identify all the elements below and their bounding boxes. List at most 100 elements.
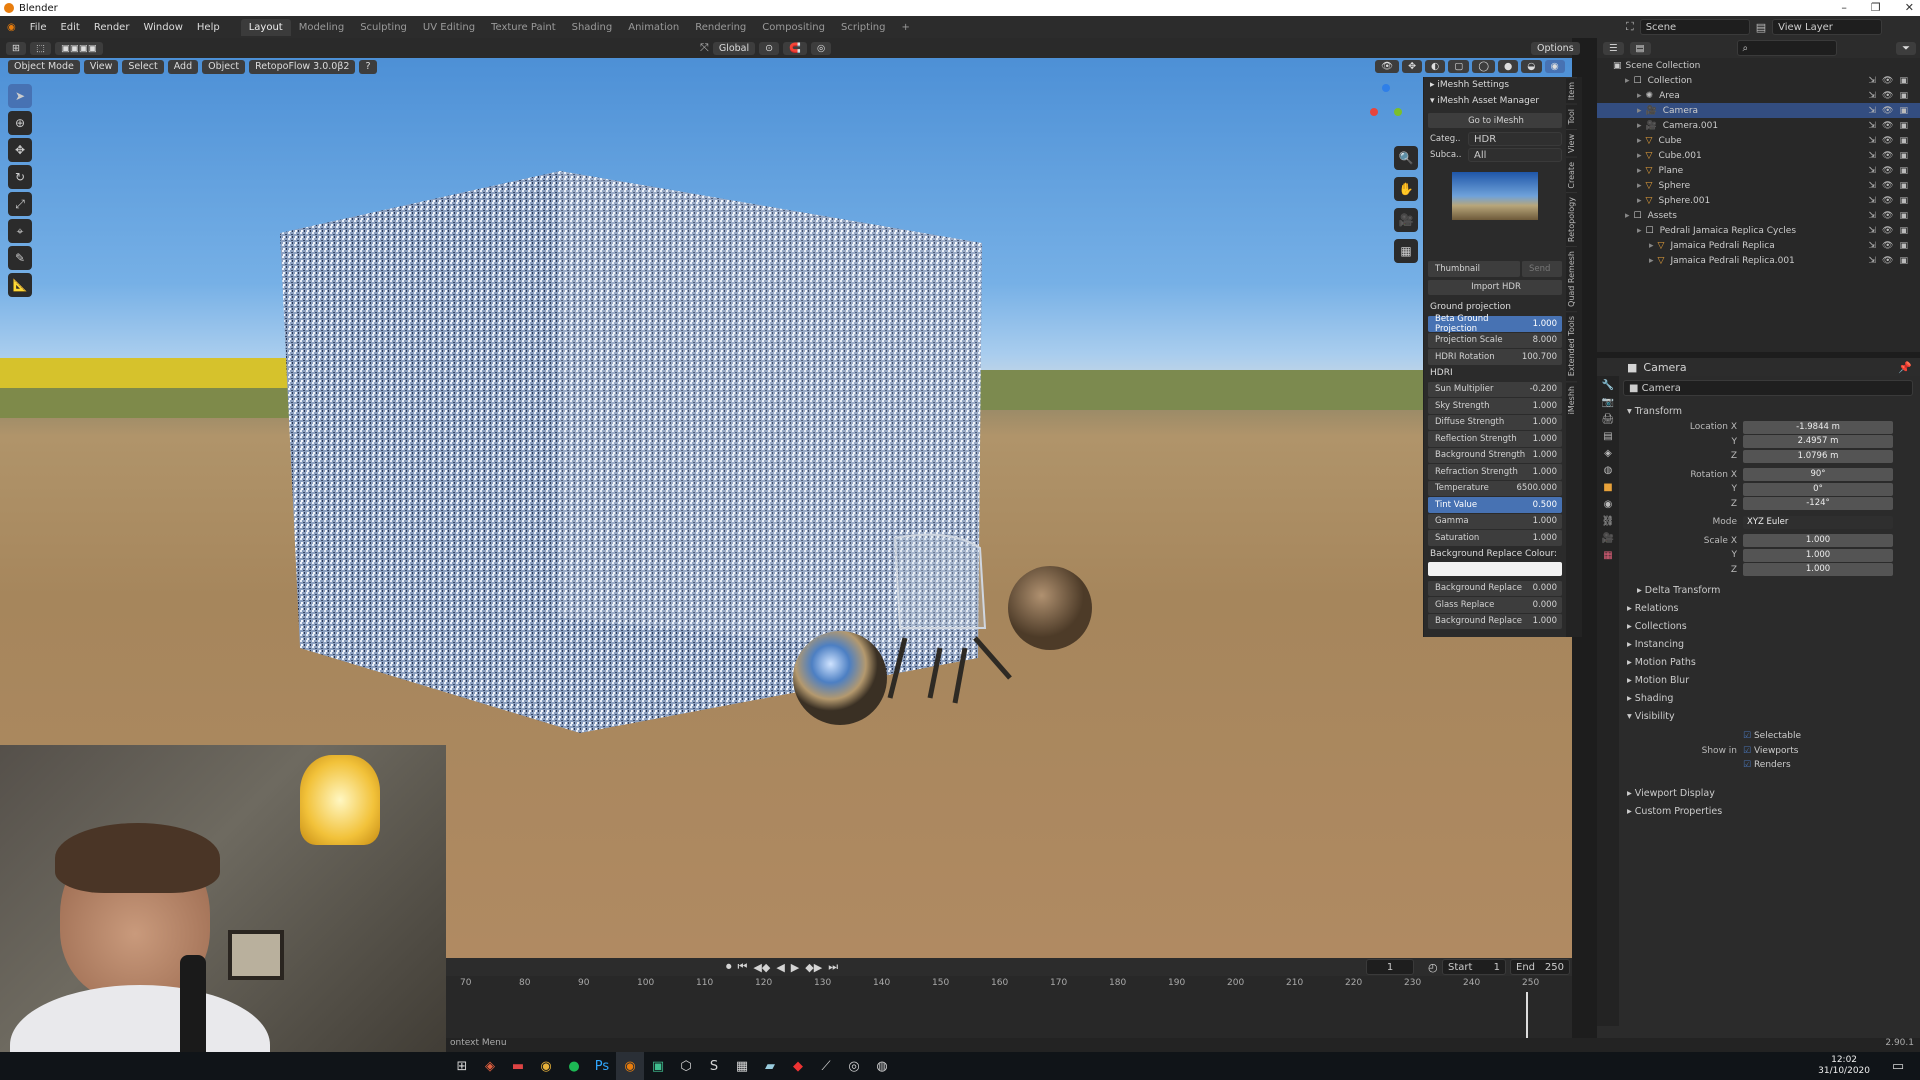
object-name-field[interactable]: ■ Camera: [1623, 380, 1913, 396]
tab-compositing[interactable]: Compositing: [754, 19, 833, 36]
hdri-setting-row[interactable]: Background Strength 1.000: [1428, 446, 1562, 463]
options-dropdown[interactable]: Options: [1531, 41, 1580, 55]
outliner-row[interactable]: ▸ ▽ Jamaica Pedrali Replica.001 ⇲👁▣: [1597, 253, 1920, 268]
jump-start-icon[interactable]: ⏮: [738, 960, 748, 974]
outliner-editor-icon[interactable]: ☰: [1603, 41, 1624, 55]
close-icon[interactable]: ✕: [1905, 1, 1914, 14]
tab-sculpting[interactable]: Sculpting: [352, 19, 415, 36]
menu-add[interactable]: Add: [167, 60, 199, 74]
pan-hand-icon[interactable]: ✋: [1394, 177, 1418, 201]
add-workspace-icon[interactable]: +: [893, 19, 917, 36]
shading-solid-icon[interactable]: ●: [1497, 60, 1519, 73]
expand-icon[interactable]: ▸: [1637, 106, 1642, 116]
replace-setting-row[interactable]: Background Replace 0.000: [1428, 579, 1562, 596]
hdri-setting-row[interactable]: Refraction Strength 1.000: [1428, 463, 1562, 480]
side-tab-retopology[interactable]: Retopology: [1566, 192, 1577, 247]
ground-projection-row[interactable]: Projection Scale 8.000: [1428, 331, 1562, 348]
menu-file[interactable]: File: [23, 22, 54, 33]
visibility-toggle-icons[interactable]: ⇲👁▣: [1869, 76, 1914, 86]
tab-layout[interactable]: Layout: [240, 18, 291, 36]
tab-modeling[interactable]: Modeling: [291, 19, 353, 36]
imeshh-settings-header[interactable]: ▸ iMeshh Settings: [1424, 77, 1566, 93]
location-y-field[interactable]: 2.4957 m: [1743, 435, 1893, 449]
go-to-imeshh-button[interactable]: Go to iMeshh: [1428, 112, 1562, 128]
outliner-row[interactable]: ▸ ☐ Assets ⇲👁▣: [1597, 208, 1920, 223]
outliner-row[interactable]: ▸ ▽ Cube.001 ⇲👁▣: [1597, 148, 1920, 163]
outliner-row[interactable]: ▸ ☐ Pedrali Jamaica Replica Cycles ⇲👁▣: [1597, 223, 1920, 238]
side-tab-tool[interactable]: Tool: [1566, 104, 1577, 129]
hdri-setting-row[interactable]: Sun Multiplier -0.200: [1428, 380, 1562, 397]
render-tab-icon[interactable]: 📷: [1602, 397, 1614, 408]
transform-tool-icon[interactable]: ⌖: [8, 219, 32, 243]
import-hdr-button[interactable]: Import HDR: [1428, 278, 1562, 295]
pivot-icon[interactable]: ⊙: [759, 41, 780, 55]
app-icon-7[interactable]: ▰: [756, 1052, 784, 1080]
section-motion-blur[interactable]: ▸ Motion Blur: [1623, 671, 1920, 689]
section-shading[interactable]: ▸ Shading: [1623, 689, 1920, 707]
bg-replace-colour-swatch[interactable]: [1428, 561, 1562, 576]
visibility-toggle-icons[interactable]: ⇲👁▣: [1869, 121, 1914, 131]
app-icon-1[interactable]: ◈: [476, 1052, 504, 1080]
outliner-row[interactable]: ▸ ▽ Plane ⇲👁▣: [1597, 163, 1920, 178]
proportional-edit-icon[interactable]: ◎: [810, 41, 832, 55]
hdri-setting-row[interactable]: Saturation 1.000: [1428, 529, 1562, 546]
display-mode-icon[interactable]: ▤: [1629, 41, 1651, 55]
move-tool-icon[interactable]: ✥: [8, 138, 32, 162]
location-z-field[interactable]: 1.0796 m: [1743, 449, 1893, 463]
photoshop-icon[interactable]: Ps: [588, 1052, 616, 1080]
ground-projection-row[interactable]: Beta Ground Projection 1.000: [1428, 314, 1562, 334]
hdri-setting-row[interactable]: Gamma 1.000: [1428, 512, 1562, 529]
visibility-toggle-icons[interactable]: ⇲👁▣: [1869, 196, 1914, 206]
tab-texture-paint[interactable]: Texture Paint: [483, 19, 564, 36]
app-icon-2[interactable]: ▬: [504, 1052, 532, 1080]
visibility-toggle-icons[interactable]: ⇲👁▣: [1869, 211, 1914, 221]
scene-collection-row[interactable]: ▣ Scene Collection: [1597, 58, 1920, 73]
scale-tool-icon[interactable]: ⤢: [8, 192, 32, 216]
world-tab-icon[interactable]: ◍: [1604, 465, 1613, 476]
scene-tab-icon[interactable]: ◈: [1604, 448, 1612, 459]
app-icon-6[interactable]: ▦: [728, 1052, 756, 1080]
rotation-x-field[interactable]: 90°: [1743, 468, 1893, 482]
replace-setting-row[interactable]: Glass Replace 0.000: [1428, 596, 1562, 613]
transform-section[interactable]: ▾ Transform: [1623, 402, 1920, 420]
current-frame-field[interactable]: 1: [1366, 959, 1414, 975]
outliner-search[interactable]: ⌕: [1736, 40, 1837, 56]
selectable-checkbox[interactable]: ☑: [1743, 731, 1751, 741]
hdri-setting-row[interactable]: Reflection Strength 1.000: [1428, 430, 1562, 447]
clock[interactable]: 12:02 31/10/2020: [1818, 1055, 1870, 1077]
tab-animation[interactable]: Animation: [620, 19, 687, 36]
constraints-tab-icon[interactable]: ⛓: [1602, 516, 1615, 527]
section-visibility[interactable]: ▾ Visibility: [1623, 707, 1920, 725]
section-motion-paths[interactable]: ▸ Motion Paths: [1623, 653, 1920, 671]
outliner-row[interactable]: ▸ ✺ Area ⇲👁▣: [1597, 88, 1920, 103]
expand-icon[interactable]: ▸: [1637, 166, 1642, 176]
visibility-toggle-icons[interactable]: ⇲👁▣: [1869, 181, 1914, 191]
expand-icon[interactable]: ▸: [1637, 196, 1642, 206]
scale-z-field[interactable]: 1.000: [1743, 563, 1893, 577]
minimize-icon[interactable]: –: [1841, 1, 1847, 14]
overlay-icon[interactable]: ◐: [1425, 60, 1446, 73]
imeshh-asset-manager-header[interactable]: ▾ iMeshh Asset Manager: [1424, 93, 1566, 109]
select-mode-icons[interactable]: ▣▣▣▣: [54, 41, 103, 55]
play-icon[interactable]: ▶: [791, 961, 799, 974]
end-frame-field[interactable]: End 250: [1510, 959, 1570, 975]
hdri-setting-row[interactable]: Sky Strength 1.000: [1428, 397, 1562, 414]
replace-setting-row[interactable]: Background Replace 1.000: [1428, 612, 1562, 629]
spotify-icon[interactable]: ●: [560, 1052, 588, 1080]
output-tab-icon[interactable]: 🖨: [1602, 414, 1615, 425]
tab-rendering[interactable]: Rendering: [687, 19, 754, 36]
app-icon-8[interactable]: ◆: [784, 1052, 812, 1080]
gizmo-icon[interactable]: ✥: [1402, 60, 1423, 73]
rotation-y-field[interactable]: 0°: [1743, 482, 1893, 496]
outliner-row[interactable]: ▸ ▽ Jamaica Pedrali Replica ⇲👁▣: [1597, 238, 1920, 253]
select-tool-icon[interactable]: ➤: [8, 84, 32, 108]
expand-icon[interactable]: ▸: [1637, 91, 1642, 101]
next-keyframe-icon[interactable]: ◆▶: [805, 961, 822, 974]
ground-projection-row[interactable]: HDRI Rotation 100.700: [1428, 348, 1562, 365]
select-box-icon[interactable]: ⬚: [29, 41, 51, 55]
rotation-z-field[interactable]: -124°: [1743, 497, 1893, 511]
start-icon[interactable]: ⊞: [448, 1052, 476, 1080]
side-tab-create[interactable]: Create: [1566, 156, 1577, 193]
navigation-gizmo[interactable]: [1360, 78, 1410, 128]
expand-icon[interactable]: ▸: [1649, 256, 1654, 266]
